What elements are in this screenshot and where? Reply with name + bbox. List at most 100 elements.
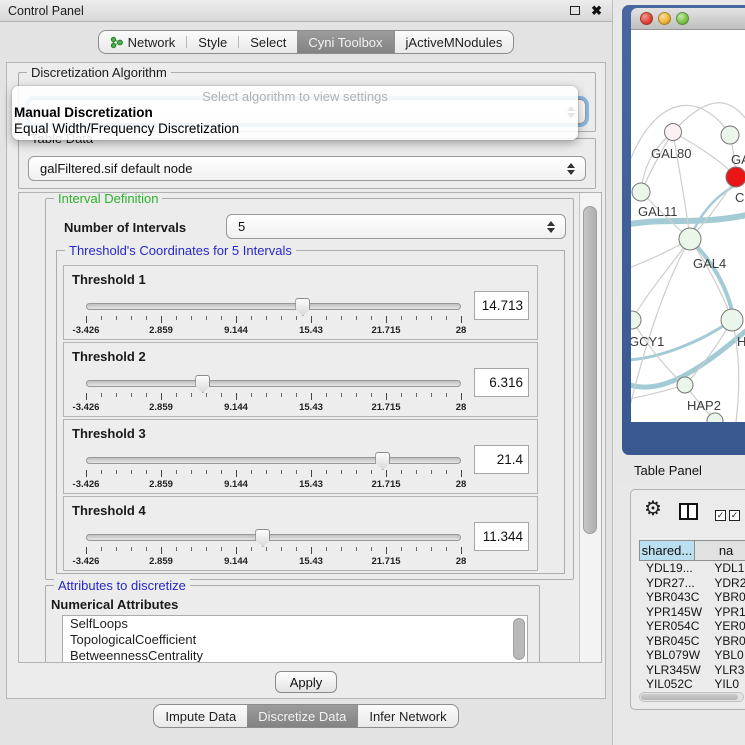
bottom-tabbar: Impute Data Discretize Data Infer Networ… [0, 704, 612, 728]
network-node[interactable] [677, 377, 693, 393]
network-node[interactable] [679, 228, 701, 250]
tab-infer-network[interactable]: Infer Network [357, 705, 457, 727]
slider-tick-labels: -3.4262.8599.14415.4321.71528 [86, 556, 461, 567]
slider-track[interactable] [86, 303, 461, 310]
table-row[interactable]: YPR145WYPR1 [639, 605, 745, 620]
table-data-combobox[interactable]: galFiltered.sif default node [28, 156, 586, 181]
slider-ticks [86, 393, 461, 401]
horizontal-scrollbar[interactable] [639, 692, 744, 702]
column-header-shared[interactable]: shared... [639, 540, 695, 561]
tab-discretize-data[interactable]: Discretize Data [247, 705, 357, 727]
table-row[interactable]: YDL19...YDL1 [639, 561, 745, 576]
tab-network[interactable]: Network [99, 31, 187, 53]
panel-title: Control Panel [8, 4, 84, 18]
network-node[interactable] [726, 167, 745, 187]
table-row[interactable]: YBR043CYBR0 [639, 590, 745, 605]
node-label: C [735, 190, 744, 205]
slider-track[interactable] [86, 457, 461, 464]
network-node[interactable] [632, 183, 650, 201]
tab-style[interactable]: Style [187, 31, 238, 53]
threshold-label: Threshold 3 [72, 426, 146, 441]
table-data-group: Table Data galFiltered.sif default node [18, 138, 596, 189]
network-node[interactable] [721, 309, 743, 331]
interval-definition-group: Interval Definition Number of Intervals … [45, 198, 574, 580]
network-node[interactable] [721, 126, 739, 144]
combo-arrows-icon [547, 220, 556, 234]
slider-ticks [86, 470, 461, 478]
threshold-4-value-field[interactable] [474, 522, 529, 551]
combo-arrows-icon [567, 162, 576, 176]
network-view-window: GAL80GACGAL11GAL4GCY1HHAP2 [622, 5, 745, 455]
scrollbar-thumb[interactable] [641, 694, 738, 700]
slider-handle[interactable] [195, 375, 210, 393]
vertical-scrollbar[interactable] [579, 193, 601, 662]
float-window-icon[interactable] [570, 6, 580, 15]
control-panel-titlebar: Control Panel ✖ [0, 0, 612, 22]
slider-handle[interactable] [255, 529, 270, 547]
table-row[interactable]: YBL079WYBL0 [639, 648, 745, 663]
list-scrollbar[interactable] [513, 618, 525, 660]
threshold-2-value-field[interactable] [474, 368, 529, 397]
dropdown-option-manual-discretization[interactable]: Manual Discretization [14, 105, 153, 120]
numerical-attributes-list[interactable]: SelfLoopsTopologicalCoefficientBetweenne… [62, 615, 528, 663]
slider-track[interactable] [86, 380, 461, 387]
list-item[interactable]: BetweennessCentrality [63, 648, 527, 663]
zoom-traffic-light-icon[interactable] [676, 12, 689, 25]
algorithm-dropdown-popup: Select algorithm to view settings Manual… [12, 86, 578, 140]
threshold-4-panel: Threshold 4 -3.4262.8599.14415.4321.7152… [63, 496, 538, 571]
node-label: GAL80 [651, 146, 691, 161]
slider-track[interactable] [86, 534, 461, 541]
table-row[interactable]: YDR27...YDR2 [639, 576, 745, 591]
node-label: GA [731, 152, 745, 167]
checkbox-icon[interactable]: ✓ [715, 510, 726, 521]
node-label: GAL4 [693, 256, 726, 271]
threshold-4-slider[interactable]: -3.4262.8599.14415.4321.71528 [86, 525, 461, 569]
minimize-traffic-light-icon[interactable] [658, 12, 671, 25]
slider-tick-labels: -3.4262.8599.14415.4321.71528 [86, 402, 461, 413]
group-title: Discretization Algorithm [27, 65, 171, 80]
threshold-label: Threshold 4 [72, 503, 146, 518]
checkbox-icon[interactable]: ✓ [729, 510, 740, 521]
threshold-2-panel: Threshold 2 -3.4262.8599.14415.4321.7152… [63, 342, 538, 417]
number-of-intervals-combobox[interactable]: 5 [226, 214, 566, 239]
tab-cyni-toolbox[interactable]: Cyni Toolbox [297, 31, 393, 53]
threshold-2-slider[interactable]: -3.4262.8599.14415.4321.71528 [86, 371, 461, 415]
slider-handle[interactable] [295, 298, 310, 316]
threshold-label: Threshold 2 [72, 349, 146, 364]
table-panel: ⚙ ✓ ✓ shared... na YDL19...YDL1YDR27...Y… [630, 489, 745, 710]
table-panel-titlebar: Table Panel [614, 458, 745, 483]
tab-label: Network [128, 35, 176, 50]
network-node[interactable] [631, 311, 641, 329]
group-title: Threshold's Coordinates for 5 Intervals [65, 243, 296, 258]
network-canvas[interactable]: GAL80GACGAL11GAL4GCY1HHAP2 [631, 30, 745, 422]
tab-jactivemnodules[interactable]: jActiveMNodules [394, 31, 514, 53]
threshold-3-slider[interactable]: -3.4262.8599.14415.4321.71528 [86, 448, 461, 492]
dropdown-option-equal-width[interactable]: Equal Width/Frequency Discretization [14, 121, 239, 136]
close-icon[interactable]: ✖ [591, 3, 602, 19]
network-node[interactable] [665, 124, 682, 141]
table-row[interactable]: YER054CYER0 [639, 619, 745, 634]
node-table: shared... na YDL19...YDL1YDR27...YDR2YBR… [639, 540, 745, 689]
threshold-1-value-field[interactable] [474, 291, 529, 320]
table-row[interactable]: YBR045CYBR0 [639, 634, 745, 649]
network-window-titlebar[interactable] [631, 8, 745, 30]
list-item[interactable]: SelfLoops [63, 616, 527, 632]
slider-tick-labels: -3.4262.8599.14415.4321.71528 [86, 479, 461, 490]
column-header-name[interactable]: na [695, 540, 745, 561]
group-title: Attributes to discretize [54, 578, 190, 593]
split-columns-icon[interactable] [679, 503, 698, 520]
cyni-toolbox-panel: Discretization Algorithm Table Data galF… [6, 62, 606, 699]
table-row[interactable]: YIL052CYIL0 [639, 677, 745, 689]
list-item[interactable]: TopologicalCoefficient [63, 632, 527, 648]
tab-impute-data[interactable]: Impute Data [154, 705, 247, 727]
apply-button[interactable]: Apply [275, 671, 337, 693]
settings-gear-icon[interactable]: ⚙ [644, 496, 662, 521]
table-panel-title: Table Panel [634, 463, 702, 478]
tab-select[interactable]: Select [239, 31, 297, 53]
scrollbar-thumb[interactable] [583, 206, 597, 534]
close-traffic-light-icon[interactable] [640, 12, 653, 25]
threshold-3-value-field[interactable] [474, 445, 529, 474]
table-row[interactable]: YLR345WYLR3 [639, 663, 745, 678]
threshold-1-slider[interactable]: -3.4262.8599.14415.4321.71528 [86, 294, 461, 338]
slider-handle[interactable] [375, 452, 390, 470]
